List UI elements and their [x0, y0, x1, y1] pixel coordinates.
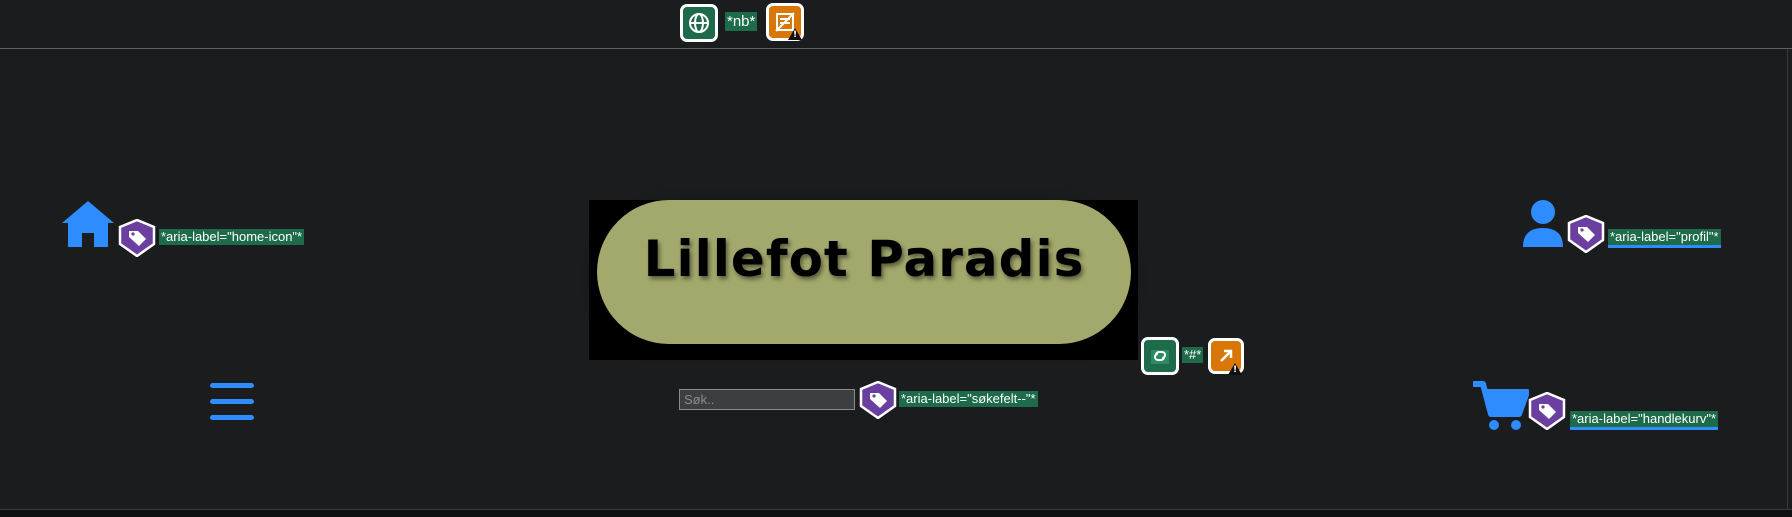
- scrollbar-track: [1787, 49, 1788, 509]
- site-logo[interactable]: Lillefot Paradis: [589, 200, 1138, 360]
- warning-icon: !: [1228, 363, 1242, 375]
- warning-icon: !: [788, 28, 802, 40]
- profile-aria-label: *aria-label="profil"*: [1608, 229, 1721, 248]
- logo-pill: Lillefot Paradis: [597, 200, 1131, 344]
- user-icon[interactable]: [1522, 199, 1564, 248]
- home-icon[interactable]: [60, 199, 116, 249]
- link-icon: [1141, 337, 1179, 375]
- menu-icon[interactable]: [210, 383, 254, 423]
- logo-text: Lillefot Paradis: [643, 230, 1085, 288]
- tag-icon: [859, 381, 897, 419]
- globe-icon: [680, 4, 718, 42]
- link-label: *#*: [1182, 347, 1204, 363]
- tag-icon: [1528, 392, 1566, 430]
- header-divider: [0, 48, 1792, 49]
- search-aria-label: *aria-label="søkefelt--"*: [899, 391, 1038, 407]
- tag-icon: [118, 219, 156, 257]
- language-label: *nb*: [725, 12, 758, 31]
- search-input[interactable]: [679, 389, 855, 410]
- home-aria-label: *aria-label="home-icon"*: [159, 229, 305, 245]
- cart-icon[interactable]: [1471, 380, 1530, 432]
- cart-aria-label: *aria-label="handlekurv"*: [1570, 411, 1719, 430]
- tag-icon: [1567, 215, 1605, 253]
